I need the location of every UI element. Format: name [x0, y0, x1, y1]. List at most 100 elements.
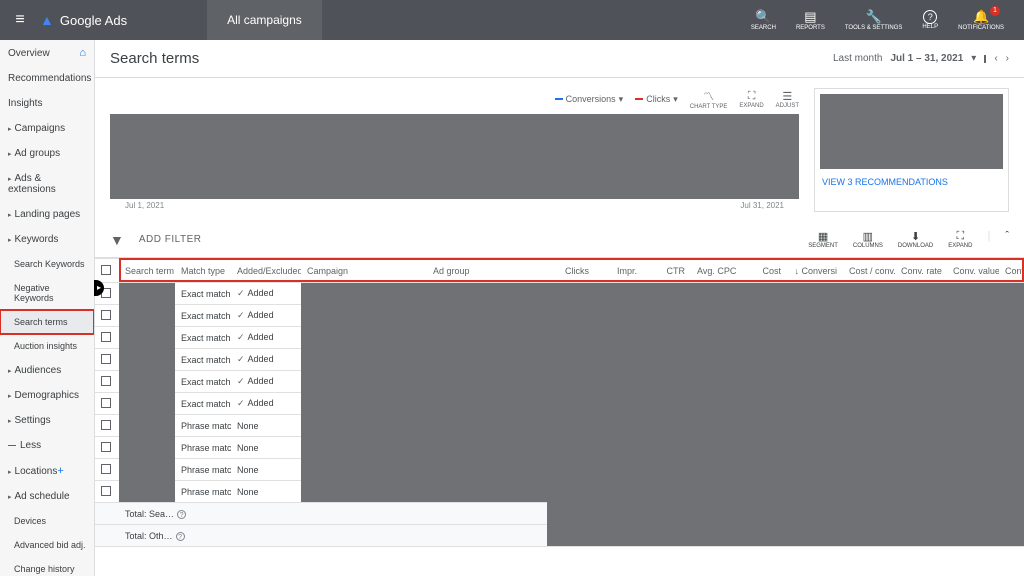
adjust-chart-button[interactable]: ☰ADJUST: [776, 90, 799, 109]
row-checkbox[interactable]: [101, 354, 111, 364]
cell-added: None: [231, 437, 301, 459]
info-icon[interactable]: ?: [176, 532, 185, 541]
expand-chart-button[interactable]: ⛶EXPAND: [739, 90, 763, 109]
row-checkbox[interactable]: [101, 486, 111, 496]
row-checkbox[interactable]: [101, 332, 111, 342]
sidebar-item-audiences[interactable]: Audiences: [0, 358, 94, 383]
notification-badge: 1: [990, 6, 1000, 16]
sidebar-item-campaigns[interactable]: Campaigns: [0, 116, 94, 141]
metric-conversions[interactable]: Conversions▾: [555, 94, 624, 105]
sidebar-item-keywords[interactable]: Keywords: [0, 227, 94, 252]
chart-type-button[interactable]: 〽CHART TYPE: [690, 88, 728, 110]
info-icon[interactable]: ?: [177, 510, 186, 519]
cell-match-type: Exact match: [175, 283, 231, 305]
sidebar-item-ad-groups[interactable]: Ad groups: [0, 141, 94, 166]
filter-bar: ▼ ADD FILTER ▦SEGMENT ▥COLUMNS ⬇DOWNLOAD…: [95, 222, 1024, 258]
sidebar-item-advanced-bid-adj-[interactable]: Advanced bid adj.: [0, 533, 94, 557]
col-conversions[interactable]: Conversi: [787, 259, 843, 283]
brand-name: Google Ads: [60, 13, 127, 28]
sidebar-item-negative-keywords[interactable]: Negative Keywords: [0, 276, 94, 310]
notifications-button[interactable]: 🔔1NOTIFICATIONS: [958, 10, 1004, 31]
adjust-icon: ☰: [782, 90, 792, 103]
col-conv-value[interactable]: Conv. value: [947, 259, 999, 283]
top-bar: ≡ ▲ Google Ads All campaigns 🔍SEARCH ▤RE…: [0, 0, 1024, 40]
view-recommendations-link[interactable]: VIEW 3 RECOMMENDATIONS: [820, 177, 1003, 187]
sidebar-item-recommendations[interactable]: Recommendations: [0, 66, 94, 91]
next-period-button[interactable]: ›: [1006, 53, 1009, 64]
sidebar: Overview⌂RecommendationsInsightsCampaign…: [0, 40, 95, 576]
col-match-type[interactable]: Match type: [175, 259, 231, 283]
metric-clicks[interactable]: Clicks▾: [635, 94, 678, 105]
cell-added: None: [231, 481, 301, 503]
cell-added: Added: [231, 283, 301, 305]
sidebar-item-devices[interactable]: Devices: [0, 509, 94, 533]
recommendations-card: VIEW 3 RECOMMENDATIONS: [814, 88, 1009, 212]
filter-icon[interactable]: ▼: [110, 232, 124, 248]
sidebar-item-overview[interactable]: Overview⌂: [0, 40, 94, 66]
row-checkbox[interactable]: [101, 398, 111, 408]
cell-campaign: [301, 283, 427, 503]
col-added-excluded[interactable]: Added/Excluded: [231, 259, 301, 283]
all-campaigns-selector[interactable]: All campaigns: [207, 0, 322, 40]
plus-icon[interactable]: +: [57, 465, 63, 477]
row-checkbox[interactable]: [101, 376, 111, 386]
col-conv-value-cost[interactable]: Conv. value / cost: [999, 259, 1024, 283]
col-avg-cpc[interactable]: Avg. CPC: [691, 259, 739, 283]
sidebar-item-search-keywords[interactable]: Search Keywords: [0, 252, 94, 276]
expand-table-button[interactable]: ⛶EXPAND: [948, 230, 972, 249]
cell-added: Added: [231, 305, 301, 327]
sidebar-item-insights[interactable]: Insights: [0, 91, 94, 116]
columns-button[interactable]: ▥COLUMNS: [853, 230, 883, 249]
reports-button[interactable]: ▤REPORTS: [796, 10, 825, 31]
help-button[interactable]: ?HELP: [922, 10, 938, 30]
collapse-icon[interactable]: ˆ: [1005, 230, 1009, 249]
col-campaign[interactable]: Campaign: [301, 259, 427, 283]
prev-period-button[interactable]: ‹: [994, 53, 997, 64]
col-ad-group[interactable]: Ad group: [427, 259, 547, 283]
col-search-term[interactable]: Search term: [119, 259, 175, 283]
col-clicks[interactable]: Clicks: [547, 259, 595, 283]
sidebar-item-demographics[interactable]: Demographics: [0, 383, 94, 408]
select-all-checkbox[interactable]: [101, 265, 111, 275]
col-ctr[interactable]: CTR: [643, 259, 691, 283]
col-cost[interactable]: Cost: [739, 259, 787, 283]
sidebar-item-ad-schedule[interactable]: Ad schedule: [0, 484, 94, 509]
wrench-icon: 🔧: [866, 10, 882, 23]
home-icon: ⌂: [79, 47, 86, 59]
sidebar-item-search-terms[interactable]: Search terms: [0, 310, 94, 334]
chevron-down-icon: ▾: [619, 94, 624, 105]
menu-icon[interactable]: ≡: [0, 11, 40, 29]
sidebar-item-ads-extensions[interactable]: Ads & extensions: [0, 166, 94, 202]
add-filter-button[interactable]: ADD FILTER: [139, 234, 202, 245]
cell-match-type: Phrase match: [175, 415, 231, 437]
main-content: Search terms Last month Jul 1 – 31, 2021…: [95, 40, 1024, 576]
row-checkbox[interactable]: [101, 442, 111, 452]
reco-placeholder: [820, 94, 1003, 169]
chart-placeholder: [110, 114, 799, 199]
col-cost-conv[interactable]: Cost / conv.: [843, 259, 895, 283]
col-conv-rate[interactable]: Conv. rate: [895, 259, 947, 283]
sidebar-item-less[interactable]: Less: [0, 433, 94, 458]
row-checkbox[interactable]: [101, 310, 111, 320]
row-checkbox[interactable]: [101, 464, 111, 474]
search-button[interactable]: 🔍SEARCH: [751, 10, 776, 31]
logo[interactable]: ▲ Google Ads: [40, 12, 207, 28]
sidebar-item-locations[interactable]: Locations+: [0, 458, 94, 484]
sidebar-item-auction-insights[interactable]: Auction insights: [0, 334, 94, 358]
table-tools: ▦SEGMENT ▥COLUMNS ⬇DOWNLOAD ⛶EXPAND | ˆ: [808, 230, 1009, 249]
tools-button[interactable]: 🔧TOOLS & SETTINGS: [845, 10, 903, 31]
sidebar-item-settings[interactable]: Settings: [0, 408, 94, 433]
segment-button[interactable]: ▦SEGMENT: [808, 230, 838, 249]
cell-match-type: Exact match: [175, 371, 231, 393]
cell-match-type: Exact match: [175, 393, 231, 415]
sidebar-item-change-history[interactable]: Change history: [0, 557, 94, 576]
download-button[interactable]: ⬇DOWNLOAD: [898, 230, 933, 249]
expand-icon: ⛶: [748, 90, 756, 103]
col-impr[interactable]: Impr.: [595, 259, 643, 283]
sidebar-item-landing-pages[interactable]: Landing pages: [0, 202, 94, 227]
bell-icon: 🔔: [973, 10, 989, 23]
date-range-picker[interactable]: Last month Jul 1 – 31, 2021 ▾ ‹ ›: [833, 53, 1009, 64]
row-checkbox[interactable]: [101, 420, 111, 430]
table-header-row: Search term Match type Added/Excluded Ca…: [95, 259, 1024, 283]
table-container: Search term Match type Added/Excluded Ca…: [95, 258, 1024, 576]
